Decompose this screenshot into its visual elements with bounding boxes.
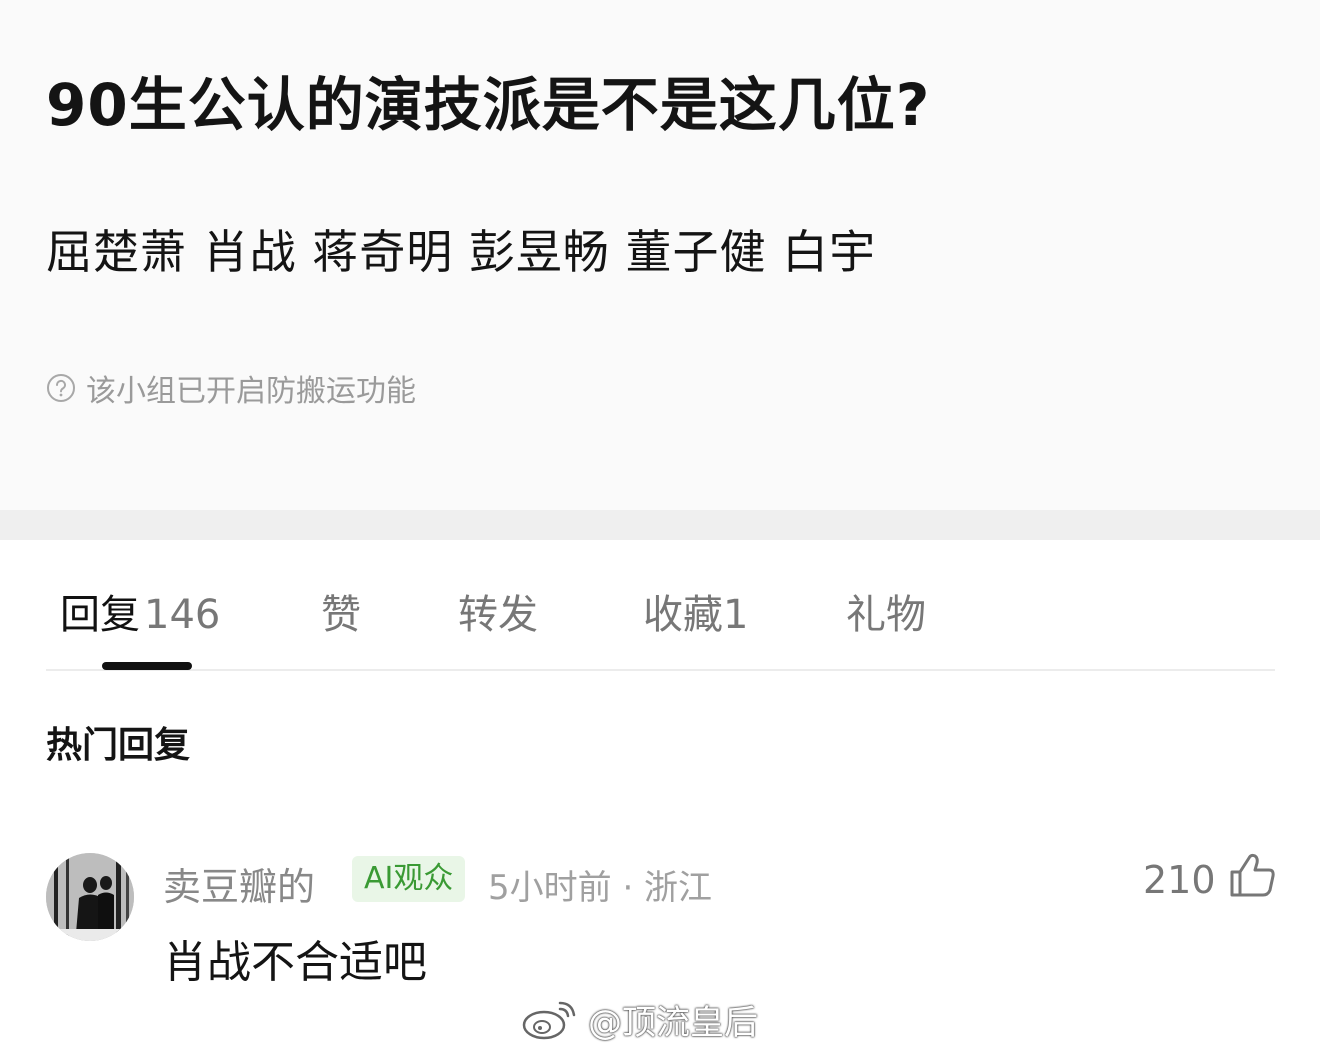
like-count: 210 (1143, 858, 1216, 902)
tab-likes-label: 赞 (321, 592, 361, 638)
avatar[interactable] (46, 853, 134, 941)
active-tab-indicator (102, 662, 192, 670)
comment-meta: 5小时前 · 浙江 (488, 868, 713, 908)
post-body: 屈楚萧 肖战 蒋奇明 彭昱畅 董子健 白宇 (46, 225, 877, 279)
tab-favorites-count: 1 (723, 592, 749, 638)
tab-likes[interactable]: 赞 (321, 582, 361, 640)
action-tabs: 回复 146 赞 转发 收藏1 礼物 (46, 540, 1275, 671)
hot-replies-heading: 热门回复 (46, 725, 191, 766)
tab-favorites-label: 收藏 (643, 592, 723, 638)
watermark: @顶流皇后 (520, 994, 758, 1044)
weibo-logo-icon (522, 1001, 576, 1040)
tab-replies[interactable]: 回复 146 (60, 582, 220, 640)
thumbs-up-icon[interactable] (1227, 850, 1277, 900)
tab-gifts-label: 礼物 (846, 592, 926, 638)
post-title: 90生公认的演技派是不是这几位? (46, 71, 931, 139)
section-divider (0, 510, 1320, 540)
tab-favorites[interactable]: 收藏1 (643, 582, 748, 640)
tab-replies-label: 回复 (60, 592, 140, 638)
anti-repost-notice[interactable]: 该小组已开启防搬运功能 (46, 368, 416, 409)
avatar-image (46, 853, 134, 941)
notice-text: 该小组已开启防搬运功能 (86, 374, 416, 409)
tab-reposts-label: 转发 (458, 592, 538, 638)
tab-replies-count: 146 (144, 592, 221, 638)
watermark-text: @顶流皇后 (588, 1002, 758, 1043)
comment-text: 肖战不合适吧 (163, 937, 427, 988)
tab-reposts[interactable]: 转发 (458, 582, 538, 640)
ai-audience-badge: AI观众 (352, 856, 466, 902)
post-card: 90生公认的演技派是不是这几位? 屈楚萧 肖战 蒋奇明 彭昱畅 董子健 白宇 该… (0, 0, 1320, 510)
question-circle-icon (47, 374, 75, 402)
tab-gifts[interactable]: 礼物 (846, 582, 926, 640)
comment-username[interactable]: 卖豆瓣的 (163, 856, 315, 911)
